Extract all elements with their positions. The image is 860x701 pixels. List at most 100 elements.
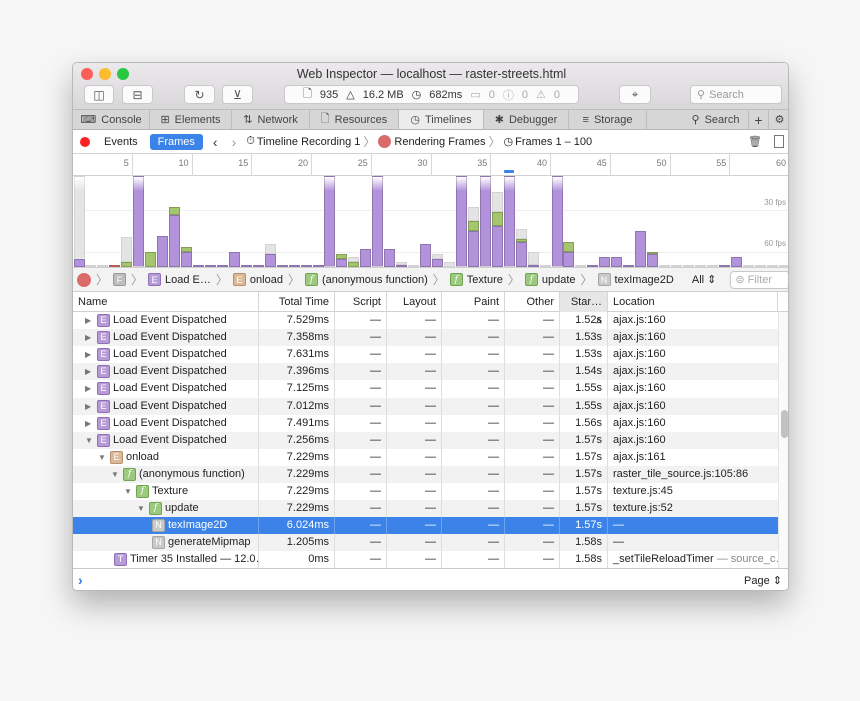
table-row[interactable]: ▶ E Load Event Dispatched 7.125ms — — — —1.55s a… xyxy=(73,380,778,398)
column-header-layout[interactable]: Layout xyxy=(387,292,442,312)
location-cell[interactable]: ajax.js:161 xyxy=(608,449,778,466)
frame-bar-paint[interactable] xyxy=(515,239,527,242)
location-cell[interactable]: _setTileReloadTimer — source_c… xyxy=(608,551,778,568)
frame-bar-script[interactable] xyxy=(635,230,647,267)
clear-timeline-icon[interactable]: 🗑 xyxy=(748,135,762,148)
breadcrumb-item[interactable]: f update xyxy=(524,273,576,286)
frame-bar-script[interactable] xyxy=(563,251,575,267)
frame-bar-script[interactable] xyxy=(228,251,240,267)
frame-bar-script[interactable] xyxy=(611,256,623,267)
location-cell[interactable]: ajax.js:160 xyxy=(608,329,778,346)
frame-bar-paint[interactable] xyxy=(467,220,479,231)
frame-bar-script[interactable] xyxy=(264,254,276,267)
column-header-other[interactable]: Other xyxy=(505,292,560,312)
column-header-star-[interactable]: Star… ˄ xyxy=(560,292,608,328)
frame-bar-other[interactable] xyxy=(527,251,539,265)
frame-bar-script[interactable] xyxy=(503,176,515,267)
frame-bar-script[interactable] xyxy=(360,249,372,267)
new-tab-button[interactable]: + xyxy=(749,110,769,129)
disclosure-collapsed-icon[interactable]: ▶ xyxy=(85,363,94,380)
inspect-element-button[interactable]: ⌖ xyxy=(619,85,651,104)
column-header-location[interactable]: Location xyxy=(608,292,778,312)
frame-bar-script[interactable] xyxy=(169,215,181,267)
breadcrumb-item[interactable]: F xyxy=(113,273,127,286)
location-cell[interactable]: ajax.js:160 xyxy=(608,398,778,415)
location-cell[interactable]: ajax.js:160 xyxy=(608,432,778,449)
disclosure-expanded-icon[interactable]: ▼ xyxy=(124,483,133,500)
table-row[interactable]: ▼ f update 7.229ms — — — —1.57s texture.js:52 xyxy=(73,500,778,518)
dock-side-button[interactable]: ◫ xyxy=(84,85,114,104)
frame-bar-script[interactable] xyxy=(73,259,85,267)
location-cell[interactable]: texture.js:52 xyxy=(608,500,778,517)
scrollbar-thumb[interactable] xyxy=(781,410,788,438)
disclosure-collapsed-icon[interactable]: ▶ xyxy=(85,312,94,329)
frame-bar-script[interactable] xyxy=(432,259,443,267)
events-button[interactable]: Events xyxy=(104,136,138,148)
disclosure-collapsed-icon[interactable]: ▶ xyxy=(85,346,94,363)
frame-bar-script[interactable] xyxy=(491,225,503,267)
breadcrumb-item[interactable]: NtexImage2D xyxy=(597,273,674,286)
frame-bar-paint[interactable] xyxy=(647,252,659,255)
table-row[interactable]: ▶ E Load Event Dispatched 7.358ms — — — —1.53s a… xyxy=(73,329,778,347)
location-cell[interactable]: — xyxy=(608,534,778,551)
frame-bar-script[interactable] xyxy=(336,259,348,267)
frame-bar-script[interactable] xyxy=(467,230,479,267)
filter-input[interactable]: ⊜ Filter xyxy=(730,270,788,289)
tab-resources[interactable]: 🗋 Resources xyxy=(310,110,399,129)
column-header-name[interactable]: Name xyxy=(73,292,259,312)
breadcrumb-item[interactable]: f (anonymous function) xyxy=(304,273,428,286)
frame-bar-script[interactable] xyxy=(515,241,527,267)
frame-bar-paint[interactable] xyxy=(145,251,157,267)
table-row[interactable]: NtexImage2D 6.024ms — — — —1.57s — xyxy=(73,517,778,535)
table-row[interactable]: ▼ Eonload 7.229ms — — — —1.57s ajax.js:161 xyxy=(73,448,778,466)
back-button[interactable]: ‹ xyxy=(213,134,218,150)
table-row[interactable]: T Timer 35 Installed — 12.0… 0ms — — — —1.58s _… xyxy=(73,551,778,568)
frame-bar-other[interactable] xyxy=(467,207,479,221)
location-cell[interactable]: ajax.js:160 xyxy=(608,346,778,363)
frame-bar-script[interactable] xyxy=(551,176,563,267)
tab-elements[interactable]: ⊞ Elements xyxy=(150,110,232,129)
execution-context-select[interactable]: Page ⇕ xyxy=(744,574,782,587)
table-row[interactable]: ▶ E Load Event Dispatched 7.631ms — — — —1.53s a… xyxy=(73,346,778,364)
disclosure-expanded-icon[interactable]: ▼ xyxy=(137,500,146,517)
current-frame-marker[interactable] xyxy=(504,170,515,173)
frame-bar-other[interactable] xyxy=(121,236,133,262)
breadcrumb-frames-range[interactable]: Frames 1 – 100 xyxy=(515,136,592,148)
frame-bar-script[interactable] xyxy=(157,236,169,267)
table-row[interactable]: ▶ E Load Event Dispatched 7.396ms — — — —1.54s a… xyxy=(73,363,778,381)
frame-bar-other[interactable] xyxy=(396,262,408,265)
tab-debugger[interactable]: ✱ Debugger xyxy=(484,110,569,129)
record-button[interactable] xyxy=(80,136,90,147)
settings-button[interactable]: ⚙ xyxy=(769,110,788,129)
frame-bar-script[interactable] xyxy=(420,243,432,267)
column-header-paint[interactable]: Paint xyxy=(442,292,505,312)
tab-storage[interactable]: ≡ Storage xyxy=(569,110,647,129)
frame-bar-script[interactable] xyxy=(479,176,491,267)
breadcrumb-item[interactable]: Eonload xyxy=(232,273,283,286)
disclosure-collapsed-icon[interactable]: ▶ xyxy=(85,415,94,432)
frame-bar-other[interactable] xyxy=(264,243,276,255)
frame-bar-paint[interactable] xyxy=(181,246,193,252)
forward-button[interactable]: › xyxy=(232,134,237,150)
frame-bar-script[interactable] xyxy=(730,256,742,267)
frame-bar-script[interactable] xyxy=(324,176,336,267)
frame-bar-paint[interactable] xyxy=(336,254,348,260)
location-cell[interactable]: raster_tile_source.js:105:86 xyxy=(608,466,778,483)
search-field[interactable]: ⚲ Search xyxy=(690,85,782,104)
frame-bar-script[interactable] xyxy=(599,256,611,267)
location-cell[interactable]: ajax.js:160 xyxy=(608,415,778,432)
scope-select[interactable]: All ⇕ xyxy=(692,273,717,286)
tab-network[interactable]: ⇅ Network xyxy=(232,110,310,129)
location-cell[interactable]: ajax.js:160 xyxy=(608,380,778,397)
console-prompt[interactable]: › xyxy=(78,572,83,588)
table-row[interactable]: ▼ f (anonymous function) 7.229ms — — — —1.57s ra… xyxy=(73,465,778,483)
table-row[interactable]: NgenerateMipmap 1.205ms — — — —1.58s — xyxy=(73,534,778,552)
disclosure-expanded-icon[interactable]: ▼ xyxy=(98,449,107,466)
column-header-total-time[interactable]: Total Time xyxy=(259,292,335,312)
frames-button[interactable]: Frames xyxy=(149,133,203,150)
frame-bar-paint[interactable] xyxy=(491,212,503,226)
frame-bar-other[interactable] xyxy=(73,176,85,260)
dashboard[interactable]: 🗋 935 △ 16.2 MB ◷ 682ms ▭ 0 ⓘ 0 ⚠ 0 xyxy=(284,85,579,104)
frame-ruler[interactable]: 5 10 15 20 25 30 35 40 45 50 55 60 xyxy=(73,154,788,176)
frame-bar-script[interactable] xyxy=(384,249,396,267)
